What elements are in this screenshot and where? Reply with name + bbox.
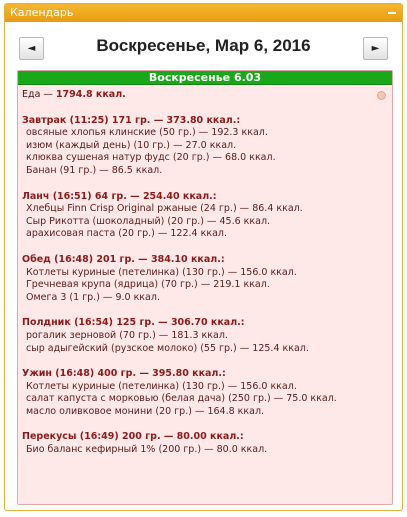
meal-title: Завтрак (11:25) 171 гр. — 373.80 ккал.: (22, 114, 241, 126)
day-total: Еда — 1794.8 ккал. (22, 89, 126, 100)
widget-titlebar: Календарь (5, 4, 402, 22)
collapse-button[interactable] (386, 7, 398, 19)
current-date: Воскресенье, Мар 6, 2016 (96, 36, 311, 55)
food-item: овсяные хлопья клинские (50 гр.) — 192.3… (26, 127, 268, 139)
food-item: салат капуста с морковью (белая дача) (2… (26, 393, 337, 405)
arrow-right-icon: ► (371, 43, 380, 54)
meal-title: Перекусы (16:49) 200 гр. — 80.00 ккал.: (22, 431, 244, 443)
day-header: Воскресенье 6.03 (18, 71, 392, 85)
food-item: Хлебцы Finn Crisp Original ржаные (24 гр… (26, 203, 303, 215)
food-item: Котлеты куриные (петелинка) (130 гр.) — … (26, 380, 297, 392)
food-item: Омега 3 (1 гр.) — 9.0 ккал. (26, 291, 160, 303)
food-item: сыр адыгейский (рузское молоко) (55 гр.)… (26, 342, 309, 354)
food-item: масло оливковое монини (20 гр.) — 164.8 … (26, 405, 265, 417)
widget-title: Календарь (10, 6, 74, 19)
calendar-widget: Календарь ◄ Воскресенье, Мар 6, 2016 ► В… (4, 3, 403, 511)
minus-icon (388, 12, 396, 14)
food-item: Био баланс кефирный 1% (200 гр.) — 80.0 … (26, 444, 268, 456)
day-total-value: 1794.8 ккал. (55, 89, 126, 100)
food-item: изюм (каждый день) (10 гр.) — 27.0 ккал. (26, 139, 237, 151)
tomato-icon[interactable] (377, 91, 386, 100)
food-item: Котлеты куриные (петелинка) (130 гр.) — … (26, 266, 297, 278)
food-item: клюква сушеная натур фудс (20 гр.) — 68.… (26, 152, 276, 164)
date-navigation: ◄ Воскресенье, Мар 6, 2016 ► (5, 22, 402, 66)
meal-title: Обед (16:48) 201 гр. — 384.10 ккал.: (22, 253, 225, 265)
day-panel: Воскресенье 6.03 Еда — 1794.8 ккал. Завт… (17, 70, 393, 505)
meal-title: Ужин (16:48) 400 гр. — 395.80 ккал.: (22, 368, 226, 380)
day-body: Еда — 1794.8 ккал. Завтрак (11:25) 171 г… (18, 85, 392, 457)
meal-title: Ланч (16:51) 64 гр. — 254.40 ккал.: (22, 190, 217, 202)
food-item: Сыр Рикотта (шоколадный) (20 гр.) — 45.6… (26, 215, 271, 227)
food-item: рогалик зерновой (70 гр.) — 181.3 ккал. (26, 329, 228, 341)
food-item: Банан (91 гр.) — 86.5 ккал. (26, 164, 163, 176)
meals-list: Завтрак (11:25) 171 гр. — 373.80 ккал.: о… (22, 102, 388, 457)
next-day-button[interactable]: ► (363, 37, 388, 60)
meal-title: Полдник (16:54) 125 гр. — 306.70 ккал.: (22, 317, 245, 329)
food-item: Гречневая крупа (ядрица) (70 гр.) — 219.… (26, 279, 270, 291)
food-item: арахисовая паста (20 гр.) — 122.4 ккал. (26, 228, 227, 240)
